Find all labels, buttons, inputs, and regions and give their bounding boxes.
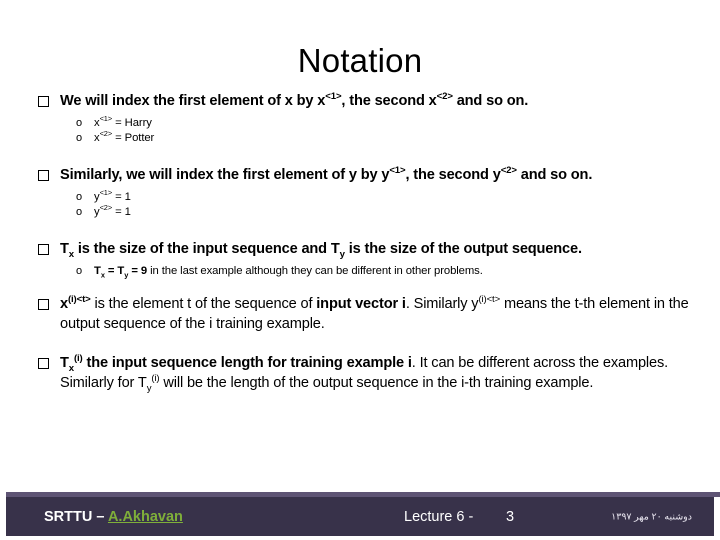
sub-bullet-group-2: o y<1> = 1 o y<2> = 1 [0, 188, 720, 220]
sub-bullet-item: o y<1> = 1 [76, 188, 692, 205]
footer-author-link[interactable]: A.Akhavan [108, 509, 183, 525]
sub-bullet-text: x<2> = Potter [94, 129, 155, 144]
sub-bullet-text: Tx = Ty = 9 in the last example although… [94, 265, 483, 280]
circle-bullet-icon: o [76, 206, 83, 218]
bullet-text-1: We will index the first element of x by … [60, 91, 529, 109]
page-title: Notation [297, 42, 423, 79]
footer-slide-number: 3 [506, 508, 515, 525]
bullet-text-2: Similarly, we will index the first eleme… [60, 165, 593, 183]
square-bullet-icon [38, 92, 60, 112]
square-bullet-icon [38, 295, 60, 315]
sub-bullet-group-3: o Tx = Ty = 9 in the last example althou… [0, 264, 720, 279]
footer-bar: SRTTU – A.Akhavan Lecture 6 - 3 دوشنبه ۲… [6, 497, 714, 536]
square-bullet-icon [38, 166, 60, 186]
square-bullet-icon [38, 240, 60, 260]
bullet-item-5: Tx(i) the input sequence length for trai… [0, 354, 720, 393]
bullet-item-4: x(i)<t> is the element t of the sequence… [0, 295, 720, 334]
sub-bullet-text: y<2> = 1 [94, 203, 131, 218]
slide-footer: SRTTU – A.Akhavan Lecture 6 - 3 دوشنبه ۲… [0, 492, 720, 540]
bullet-text-3: Tx is the size of the input sequence and… [60, 241, 582, 260]
circle-bullet-icon: o [76, 191, 83, 203]
circle-bullet-icon: o [76, 132, 83, 144]
sub-bullet-item: o y<2> = 1 [76, 203, 692, 220]
footer-institution: SRTTU [44, 508, 93, 525]
sub-bullet-item: o x<1> = Harry [76, 114, 692, 131]
sub-bullet-item: o x<2> = Potter [76, 129, 692, 146]
footer-institution-block: SRTTU – A.Akhavan [44, 509, 183, 525]
footer-lecture-label: Lecture 6 - [404, 508, 474, 525]
sub-bullet-text: x<1> = Harry [94, 114, 152, 129]
sub-bullet-text: y<1> = 1 [94, 188, 131, 203]
bullet-item-3: Tx is the size of the input sequence and… [0, 240, 720, 260]
bullet-item-2: Similarly, we will index the first eleme… [0, 166, 720, 186]
footer-date: دوشنبه ۲۰ مهر ۱۳۹۷ [611, 511, 692, 522]
bullet-text-5: Tx(i) the input sequence length for trai… [60, 353, 669, 394]
footer-separator: – [92, 508, 108, 525]
slide-content: We will index the first element of x by … [0, 92, 720, 393]
bullet-text-4: x(i)<t> is the element t of the sequence… [60, 294, 689, 332]
circle-bullet-icon: o [76, 265, 83, 277]
sub-bullet-group-1: o x<1> = Harry o x<2> = Potter [0, 114, 720, 146]
sub-bullet-item: o Tx = Ty = 9 in the last example althou… [76, 264, 692, 279]
bullet-item-1: We will index the first element of x by … [0, 92, 720, 112]
square-bullet-icon [38, 354, 60, 374]
circle-bullet-icon: o [76, 117, 83, 129]
